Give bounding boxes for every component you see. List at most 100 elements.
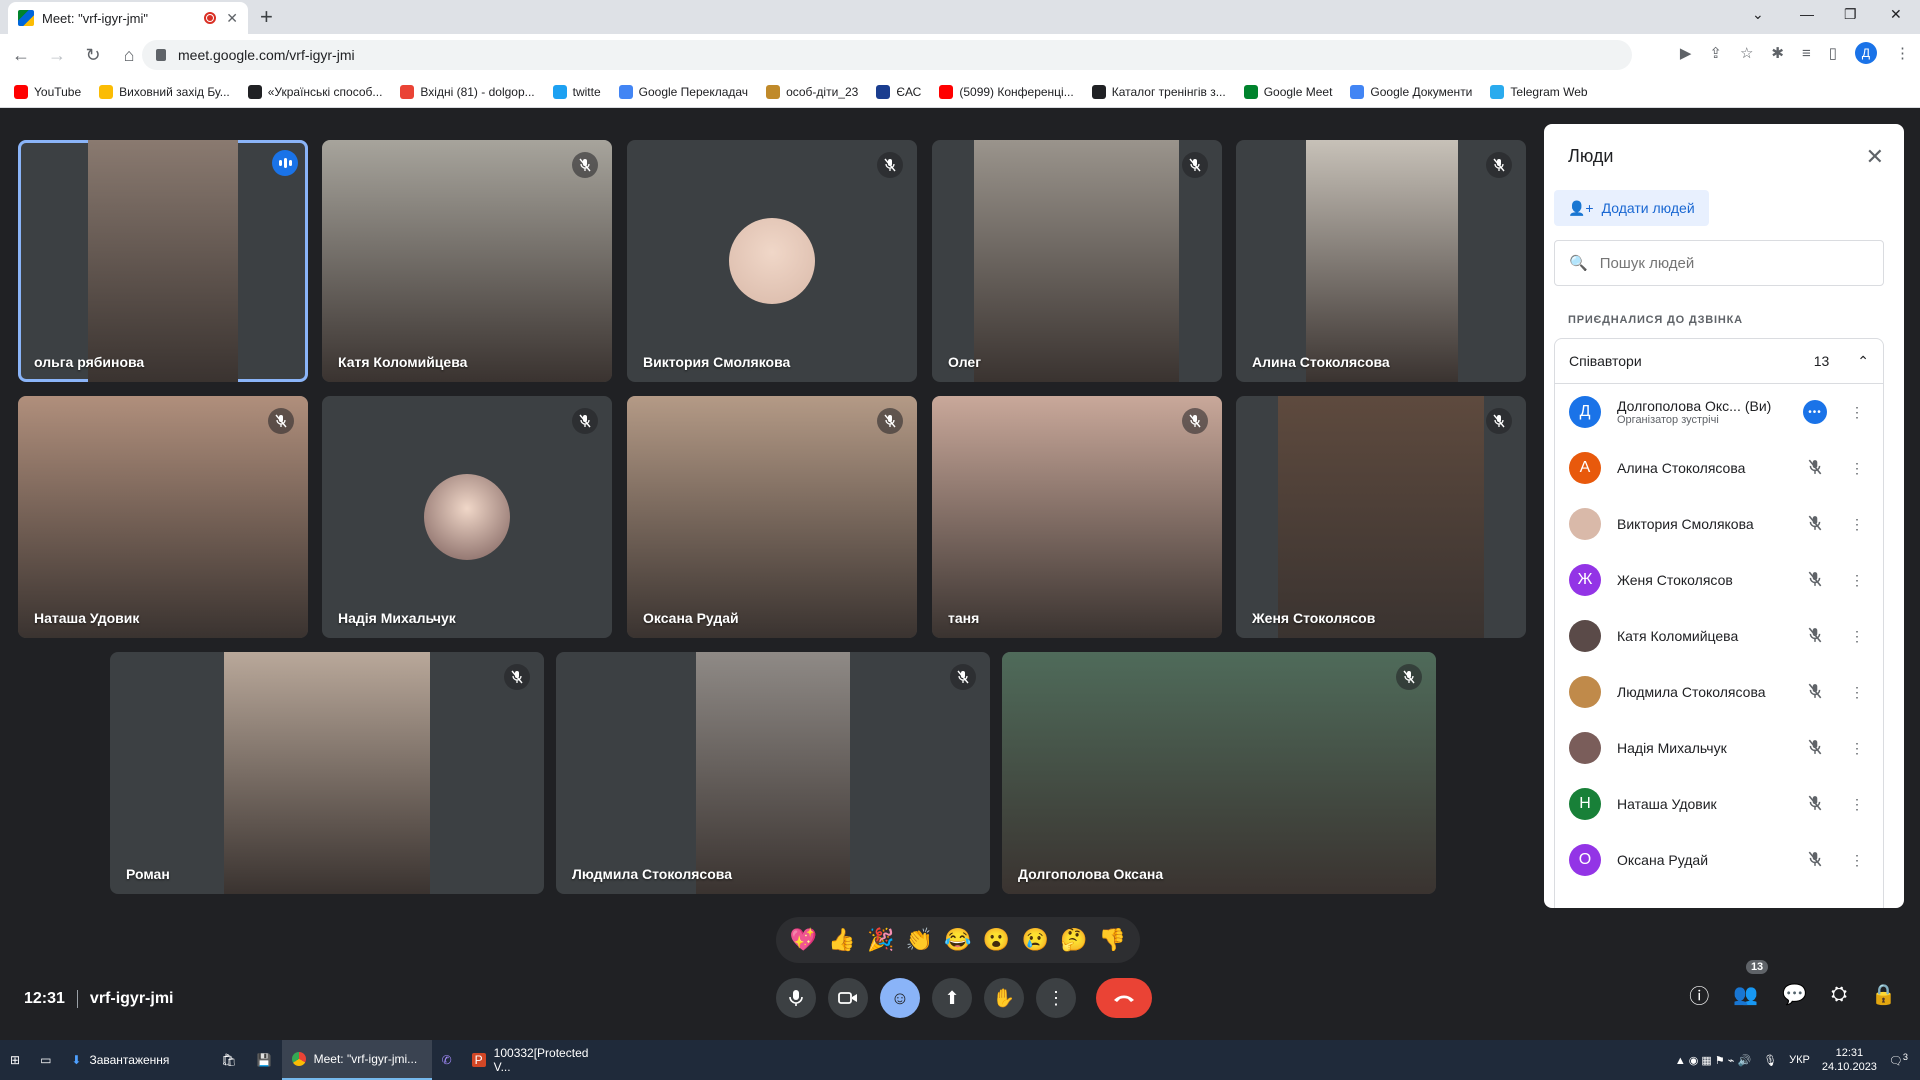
reaction-emoji[interactable]: 👍 [828,927,855,953]
bookmark-item[interactable]: особ-діти_23 [766,84,858,99]
reaction-emoji[interactable]: 🤔 [1060,927,1087,953]
muted-mic-icon[interactable] [1803,571,1827,590]
mic-toggle-button[interactable] [776,978,816,1018]
store-button[interactable]: 🛍 [211,1040,246,1080]
participant-tile[interactable]: ольга рябинова [18,140,308,382]
bookmark-item[interactable]: Telegram Web [1490,84,1588,99]
participant-tile[interactable]: Женя Стоколясов [1236,396,1526,638]
more-vert-icon[interactable]: ⋮ [1845,460,1869,477]
language-indicator[interactable]: УКР [1789,1054,1810,1066]
close-panel-icon[interactable]: ✕ [1866,144,1884,170]
sidepanel-icon[interactable]: ▯ [1829,44,1837,62]
search-input[interactable] [1599,254,1860,272]
extensions-icon[interactable]: ✱ [1771,44,1784,62]
bookmark-item[interactable]: twitte [552,84,601,99]
more-vert-icon[interactable]: ⋮ [1845,852,1869,869]
media-icon[interactable]: ≡ [1802,45,1811,62]
mic-tray-icon[interactable]: 🎙 [1763,1054,1777,1067]
more-options-button[interactable]: ⋮ [1036,978,1076,1018]
participant-row[interactable]: Н Наташа Удовик ⋮ [1555,776,1883,832]
bookmark-item[interactable]: Google Meet [1243,84,1332,99]
participant-tile[interactable]: таня [932,396,1222,638]
reaction-emoji[interactable]: 💖 [790,927,817,953]
participant-tile[interactable]: Оксана Рудай [627,396,917,638]
chrome-menu-icon[interactable]: ⋮ [1895,44,1910,62]
muted-mic-icon[interactable] [1803,515,1827,534]
participant-tile[interactable]: Виктория Смолякова [627,140,917,382]
home-icon[interactable]: ⌂ [114,45,144,66]
participant-row[interactable]: О Оксана Рудай ⋮ [1555,832,1883,888]
more-vert-icon[interactable]: ⋮ [1845,404,1869,421]
present-button[interactable]: ⬆ [932,978,972,1018]
bookmark-item[interactable]: ЄАС [876,84,921,99]
participant-tile[interactable]: Людмила Стоколясова [556,652,990,894]
reaction-emoji[interactable]: 😮 [983,927,1010,953]
muted-mic-icon[interactable] [1803,851,1827,870]
forward-icon[interactable]: → [42,45,72,66]
bookmark-item[interactable]: Каталог тренінгів з... [1091,84,1226,99]
reload-icon[interactable]: ↻ [78,45,108,66]
tab-meet[interactable]: Meet: "vrf-igyr-jmi" ✕ [8,2,248,34]
participant-row[interactable]: Катя Коломийцева ⋮ [1555,608,1883,664]
people-button[interactable]: 👥 13 [1733,960,1769,1007]
address-bar[interactable]: meet.google.com/vrf-igyr-jmi [142,40,1632,70]
back-icon[interactable]: ← [6,45,36,66]
clock[interactable]: 12:31 24.10.2023 [1822,1046,1877,1074]
more-vert-icon[interactable]: ⋮ [1845,796,1869,813]
bookmark-item[interactable]: Google Перекладач [618,84,748,99]
notifications-icon[interactable]: 🗨3 [1889,1052,1908,1068]
more-vert-icon[interactable]: ⋮ [1845,516,1869,533]
people-search[interactable]: 🔍 [1554,240,1884,286]
bookmark-star-icon[interactable]: ☆ [1740,44,1753,62]
close-window-icon[interactable]: ✕ [1890,6,1902,23]
camera-toggle-button[interactable] [828,978,868,1018]
bookmark-item[interactable]: YouTube [14,84,81,99]
muted-mic-icon[interactable] [1803,627,1827,646]
viber-button[interactable]: ✆ [432,1040,462,1080]
bookmark-item[interactable]: (5099) Конференці... [939,84,1074,99]
task-view-button[interactable]: ▭ [30,1040,61,1080]
more-vert-icon[interactable]: ⋮ [1845,572,1869,589]
participant-row[interactable]: А Алина Стоколясова ⋮ [1555,440,1883,496]
save-app-button[interactable]: 💾 [247,1040,282,1080]
reaction-emoji[interactable]: 👎 [1099,927,1126,953]
share-icon[interactable]: ⇪ [1709,44,1722,62]
close-tab-icon[interactable]: ✕ [226,10,238,27]
new-tab-icon[interactable]: + [260,4,273,30]
participant-tile[interactable]: Надія Михальчук [322,396,612,638]
taskbar-powerpoint[interactable]: P 100332[Protected V... [462,1040,612,1080]
tab-search-icon[interactable]: ⌄ [1752,6,1764,23]
reaction-emoji[interactable]: 😂 [944,927,971,953]
muted-mic-icon[interactable] [1803,739,1827,758]
activities-icon[interactable]: ⛭ [1831,983,1847,1006]
add-people-button[interactable]: 👤+ Додати людей [1554,190,1709,226]
collaborators-group[interactable]: Співавтори 13 ⌃ [1554,338,1884,384]
reaction-emoji[interactable]: 🎉 [867,927,894,953]
host-controls-icon[interactable]: 🔒 [1871,982,1896,1007]
more-vert-icon[interactable]: ⋮ [1845,628,1869,645]
reaction-emoji[interactable]: 👏 [906,927,933,953]
more-vert-icon[interactable]: ⋮ [1845,740,1869,757]
participant-tile[interactable]: Наташа Удовик [18,396,308,638]
reaction-emoji[interactable]: 😢 [1022,927,1049,953]
bookmark-item[interactable]: Виховний захід Бу... [99,84,230,99]
participant-row[interactable]: Ж Женя Стоколясов ⋮ [1555,552,1883,608]
more-vert-icon[interactable]: ⋮ [1845,684,1869,701]
chevron-up-icon[interactable]: ⌃ [1857,353,1869,370]
start-button[interactable]: ⊞ [0,1040,30,1080]
minimize-icon[interactable]: — [1800,6,1814,22]
participant-row[interactable]: Надія Михальчук ⋮ [1555,720,1883,776]
leave-call-button[interactable] [1096,978,1152,1018]
participant-tile[interactable]: Катя Коломийцева [322,140,612,382]
participant-row[interactable]: Д Долгополова Окс... (Ви) Організатор зустр… [1555,384,1883,440]
bookmark-item[interactable]: Вхідні (81) - dolgop... [400,84,535,99]
muted-mic-icon[interactable] [1803,683,1827,702]
profile-avatar[interactable]: Д [1855,42,1877,64]
participant-row[interactable]: Виктория Смолякова ⋮ [1555,496,1883,552]
muted-mic-icon[interactable] [1803,795,1827,814]
raise-hand-button[interactable]: ✋ [984,978,1024,1018]
tray-icons[interactable]: ▲ ◉ ▦ ⚑ ⌁ 🔊 [1675,1054,1751,1067]
reactions-button[interactable]: ☺ [880,978,920,1018]
bookmark-item[interactable]: «Українські способ... [247,84,382,99]
info-icon[interactable]: ⓘ [1689,980,1709,1009]
